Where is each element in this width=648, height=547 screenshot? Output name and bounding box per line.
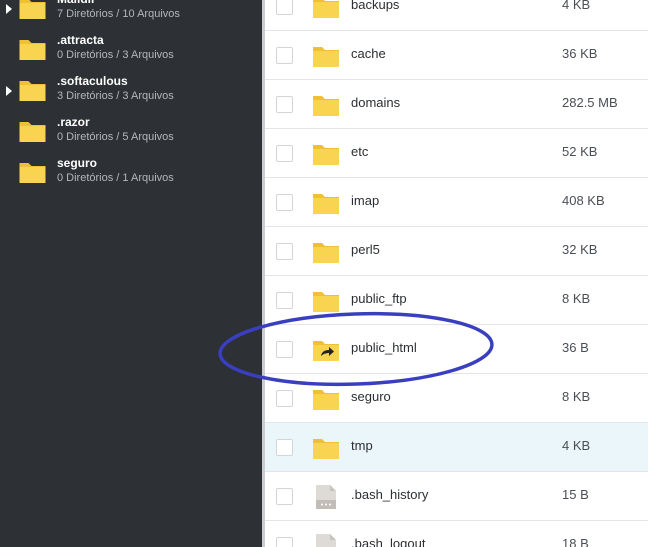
row-checkbox[interactable] <box>276 537 293 547</box>
file-row[interactable]: seguro 8 KB <box>265 374 648 423</box>
file-size: 408 KB <box>562 193 605 208</box>
tree-item-meta: 3 Diretórios / 3 Arquivos <box>57 90 174 102</box>
row-checkbox[interactable] <box>276 390 293 407</box>
row-checkbox[interactable] <box>276 96 293 113</box>
tree-item[interactable]: seguro 0 Diretórios / 1 Arquivos <box>0 155 262 195</box>
tree-item[interactable]: .softaculous 3 Diretórios / 3 Arquivos <box>0 73 262 113</box>
folder-icon <box>18 0 47 20</box>
file-size: 282.5 MB <box>562 95 618 110</box>
tree-item-meta: 7 Diretórios / 10 Arquivos <box>57 8 180 20</box>
folder-icon <box>312 288 340 314</box>
row-checkbox[interactable] <box>276 145 293 162</box>
folder-icon <box>18 160 47 184</box>
file-size: 52 KB <box>562 144 598 159</box>
file-row[interactable]: .bash_logout 18 B <box>265 521 648 547</box>
folder-icon <box>312 386 340 412</box>
file-size: 8 KB <box>562 389 591 404</box>
row-checkbox[interactable] <box>276 243 293 260</box>
tree-item-meta: 0 Diretórios / 1 Arquivos <box>57 172 174 184</box>
folder-symlink-icon <box>312 337 340 363</box>
file-size: 32 KB <box>562 242 598 257</box>
file-name[interactable]: etc <box>351 144 368 159</box>
file-size: 4 KB <box>562 0 591 12</box>
folder-icon <box>312 435 340 461</box>
file-name[interactable]: tmp <box>351 438 373 453</box>
tree-item-meta: 0 Diretórios / 3 Arquivos <box>57 49 174 61</box>
folder-icon <box>18 37 47 61</box>
tree-item-name: seguro <box>57 156 98 170</box>
file-list: backups 4 KB cache 36 KB domains 282.5 MB e… <box>265 0 648 547</box>
file-row[interactable]: tmp 4 KB <box>265 423 648 472</box>
folder-icon <box>312 141 340 167</box>
file-row[interactable]: perl5 32 KB <box>265 227 648 276</box>
file-row[interactable]: domains 282.5 MB <box>265 80 648 129</box>
row-checkbox[interactable] <box>276 0 293 15</box>
folder-icon <box>312 239 340 265</box>
tree-item-name: .razor <box>57 115 90 129</box>
file-size: 8 KB <box>562 291 591 306</box>
tree-item[interactable]: .razor 0 Diretórios / 5 Arquivos <box>0 114 262 154</box>
folder-icon <box>312 92 340 118</box>
tree-item[interactable]: Maildir 7 Diretórios / 10 Arquivos <box>0 0 262 31</box>
tree-item[interactable]: .attracta 0 Diretórios / 3 Arquivos <box>0 32 262 72</box>
file-size: 4 KB <box>562 438 591 453</box>
tree-item-name: .softaculous <box>57 74 128 88</box>
file-name[interactable]: domains <box>351 95 400 110</box>
row-checkbox[interactable] <box>276 439 293 456</box>
file-size: 15 B <box>562 487 589 502</box>
file-row[interactable]: public_html 36 B <box>265 325 648 374</box>
expand-arrow-icon[interactable] <box>6 86 12 96</box>
file-row[interactable]: imap 408 KB <box>265 178 648 227</box>
file-row[interactable]: cache 36 KB <box>265 31 648 80</box>
folder-icon <box>18 78 47 102</box>
file-row[interactable]: public_ftp 8 KB <box>265 276 648 325</box>
row-checkbox[interactable] <box>276 488 293 505</box>
file-row[interactable]: etc 52 KB <box>265 129 648 178</box>
file-name[interactable]: public_html <box>351 340 417 355</box>
file-size: 36 KB <box>562 46 598 61</box>
row-checkbox[interactable] <box>276 47 293 64</box>
file-size: 36 B <box>562 340 589 355</box>
file-name[interactable]: cache <box>351 46 386 61</box>
folder-tree-sidebar: Maildir 7 Diretórios / 10 Arquivos .attra… <box>0 0 262 547</box>
file-name[interactable]: .bash_history <box>351 487 428 502</box>
tree-item-name: Maildir <box>57 0 96 6</box>
expand-arrow-icon[interactable] <box>6 4 12 14</box>
file-name[interactable]: perl5 <box>351 242 380 257</box>
tree-item-meta: 0 Diretórios / 5 Arquivos <box>57 131 174 143</box>
file-icon <box>312 484 340 510</box>
file-name[interactable]: public_ftp <box>351 291 407 306</box>
folder-icon <box>312 190 340 216</box>
folder-icon <box>312 0 340 20</box>
file-icon <box>312 533 340 547</box>
file-row[interactable]: .bash_history 15 B <box>265 472 648 521</box>
folder-icon <box>18 119 47 143</box>
row-checkbox[interactable] <box>276 341 293 358</box>
row-checkbox[interactable] <box>276 194 293 211</box>
file-size: 18 B <box>562 536 589 547</box>
file-name[interactable]: backups <box>351 0 399 12</box>
file-name[interactable]: seguro <box>351 389 391 404</box>
file-name[interactable]: .bash_logout <box>351 536 425 547</box>
tree-item-name: .attracta <box>57 33 104 47</box>
file-row[interactable]: backups 4 KB <box>265 0 648 31</box>
file-name[interactable]: imap <box>351 193 379 208</box>
row-checkbox[interactable] <box>276 292 293 309</box>
folder-icon <box>312 43 340 69</box>
